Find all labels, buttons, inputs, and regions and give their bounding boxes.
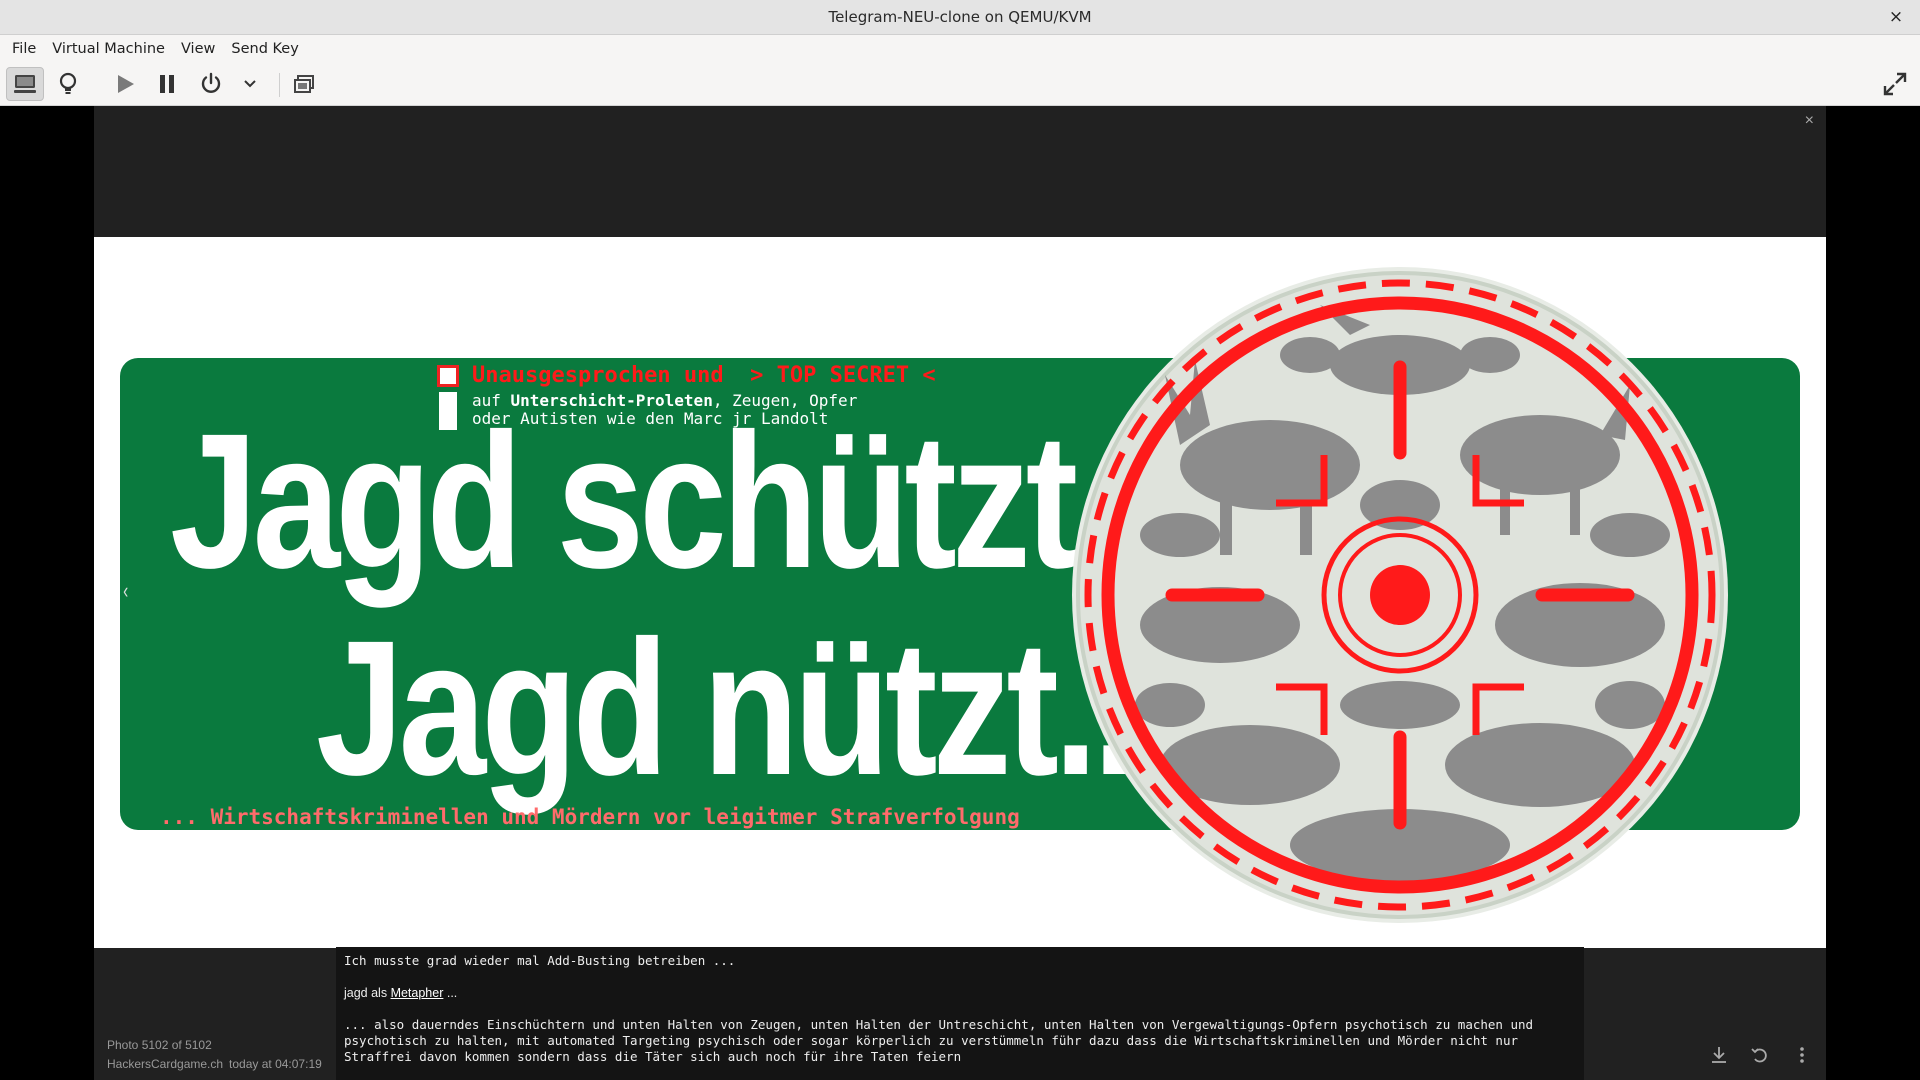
photo: Unausgesprochen und > TOP SECRET < auf U… [94, 237, 1826, 948]
caption-link[interactable]: Metapher [391, 986, 444, 1000]
more-icon [1800, 1047, 1804, 1063]
console-button[interactable] [6, 67, 44, 101]
menu-bar: File Virtual Machine View Send Key [0, 35, 1920, 63]
power-button[interactable] [192, 67, 230, 101]
photo-secret-line: Unausgesprochen und > TOP SECRET < [472, 363, 936, 388]
rotate-icon [1751, 1048, 1767, 1063]
details-button[interactable] [49, 67, 87, 101]
snapshots-button[interactable] [285, 67, 323, 101]
media-viewer: × Unausgesprochen und > TOP SECRET < auf… [94, 106, 1826, 1080]
fullscreen-button[interactable] [1876, 67, 1914, 101]
toolbar-separator [279, 73, 280, 97]
more-button[interactable] [1791, 1044, 1813, 1066]
caption-line1: Ich musste grad wieder mal Add-Busting b… [344, 953, 736, 968]
photo-bottom-line: ... Wirtschaftskriminellen und Mördern v… [160, 805, 1020, 829]
menu-view[interactable]: View [173, 35, 223, 63]
menu-file[interactable]: File [4, 35, 44, 63]
menu-send-key[interactable]: Send Key [223, 35, 306, 63]
menu-virtual-machine[interactable]: Virtual Machine [44, 35, 173, 63]
photo-source: HackersCardgame.ch today at 04:07:19 [107, 1057, 322, 1071]
caption-line2-prefix: jagd als [344, 986, 391, 1000]
photo-source-name[interactable]: HackersCardgame.ch [107, 1057, 223, 1071]
console-icon [14, 75, 36, 93]
window-titlebar: Telegram-NEU-clone on QEMU/KVM × [0, 0, 1920, 35]
run-button[interactable] [106, 67, 144, 101]
photo-counter: Photo 5102 of 5102 [107, 1038, 212, 1052]
crosshair-target-graphic [1072, 267, 1728, 923]
photo-headline-2: Jagd nützt... [316, 600, 1175, 815]
previous-photo-button[interactable]: ‹ [123, 578, 128, 604]
power-icon [201, 72, 221, 93]
window-close-button[interactable]: × [1884, 0, 1908, 35]
photo-caption: Ich musste grad wieder mal Add-Busting b… [336, 947, 1584, 1080]
chevron-down-icon [244, 80, 256, 88]
photo-headline-1: Jagd schützt. [170, 393, 1117, 608]
photo-checkbox-graphic [437, 365, 459, 387]
run-icon [118, 75, 134, 93]
viewer-close-button[interactable]: × [1805, 112, 1814, 130]
caption-line2: jagd als Metapher ... [344, 985, 1576, 1001]
fullscreen-icon [1883, 72, 1907, 96]
window-title: Telegram-NEU-clone on QEMU/KVM [828, 8, 1092, 26]
download-icon [1712, 1047, 1726, 1063]
rotate-button[interactable] [1749, 1044, 1771, 1066]
details-lightbulb-icon [59, 72, 77, 94]
toolbar [0, 63, 1920, 106]
download-button[interactable] [1708, 1044, 1730, 1066]
caption-paragraph: ... also dauerndes Einschüchtern und unt… [344, 1017, 1541, 1064]
caption-line2-suffix: ... [443, 986, 458, 1000]
power-menu-button[interactable] [231, 67, 269, 101]
photo-timestamp[interactable]: today at 04:07:19 [229, 1057, 322, 1071]
pause-icon [160, 75, 174, 93]
pause-button[interactable] [148, 67, 186, 101]
snapshots-icon [294, 75, 314, 93]
